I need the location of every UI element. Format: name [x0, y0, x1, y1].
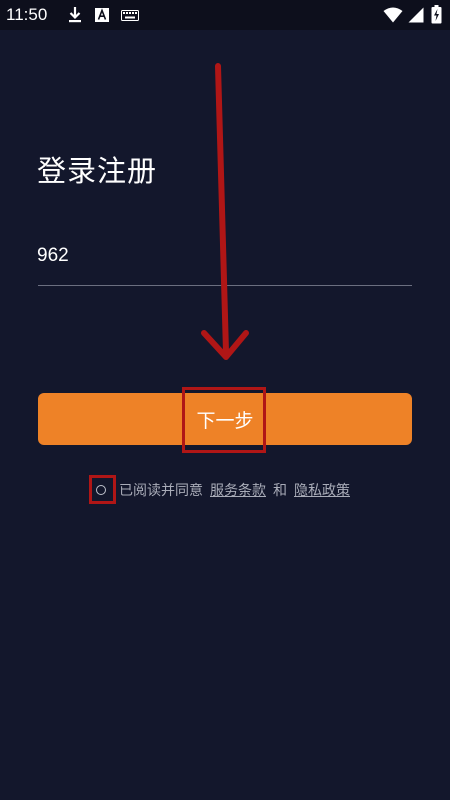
status-bar: 11:50	[0, 0, 450, 30]
agreement-prefix: 已阅读并同意	[119, 483, 203, 499]
signal-icon	[408, 7, 424, 23]
agreement-conjunction: 和	[273, 483, 287, 499]
privacy-link[interactable]: 隐私政策	[294, 480, 350, 500]
a-notification-icon	[95, 8, 109, 22]
status-time: 11:50	[6, 5, 48, 24]
input-underline	[38, 285, 412, 286]
wifi-icon	[383, 7, 403, 23]
terms-link[interactable]: 服务条款	[210, 480, 266, 500]
annotation-box-radio	[89, 475, 116, 504]
battery-charging-icon	[431, 5, 442, 24]
annotation-box-next	[182, 387, 266, 453]
keyboard-icon	[121, 10, 139, 21]
agreement-row: 已阅读并同意 服务条款 和 隐私政策	[90, 478, 350, 502]
phone-input[interactable]	[37, 236, 412, 276]
page-title: 登录注册	[37, 154, 158, 188]
login-screen: 11:50 登录注册 962 下一步 已阅读并同意 服务条款 和 隐私政策	[0, 0, 450, 800]
download-icon	[69, 7, 81, 23]
